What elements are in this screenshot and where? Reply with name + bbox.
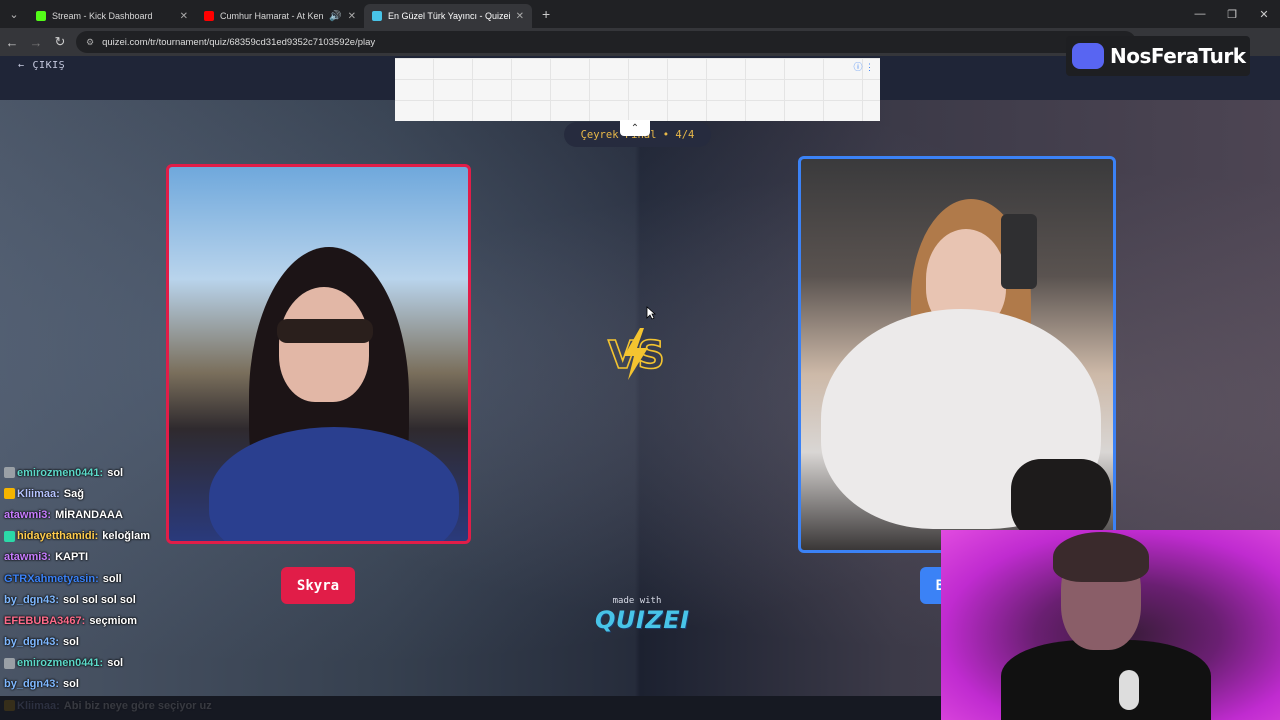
browser-tab-bar: ⌄ Stream - Kick Dashboard ✕ Cumhur Hamar… <box>0 0 1280 28</box>
chat-message: EFEBUBA3467: seçmiom <box>4 610 304 631</box>
quizei-icon <box>372 11 382 21</box>
right-contestant-image[interactable] <box>798 156 1116 553</box>
vs-lightning-icon: VS <box>607 328 666 380</box>
kick-icon <box>36 11 46 21</box>
chat-text: soll <box>102 572 122 585</box>
ad-collapse-button[interactable]: ⌃ <box>620 120 650 136</box>
streamer-hair <box>1053 532 1149 582</box>
chat-username: GTRXahmetyasin: <box>4 572 99 585</box>
microphone-icon <box>1119 670 1139 710</box>
tab-youtube-video[interactable]: Cumhur Hamarat - At Kend 🔊 ✕ <box>196 4 364 28</box>
chat-username: emirozmen0441: <box>17 466 104 479</box>
mouse-cursor-icon <box>646 306 656 320</box>
discord-icon <box>1072 43 1104 69</box>
youtube-icon <box>204 11 214 21</box>
chat-message: emirozmen0441: sol <box>4 653 304 674</box>
chat-message: by_dgn43: sol <box>4 674 304 695</box>
tab-label: Cumhur Hamarat - At Kend <box>220 11 324 21</box>
chat-username: emirozmen0441: <box>17 657 104 670</box>
chat-text: sol <box>107 466 124 479</box>
forward-icon[interactable]: → <box>24 35 48 50</box>
close-icon[interactable]: ✕ <box>516 11 524 22</box>
chat-text: KAPTI <box>55 551 89 564</box>
chat-message: Kliimaa: Sağ <box>4 483 304 504</box>
chat-text: MİRANDAAA <box>55 508 123 521</box>
chat-username: hidayetthamidi: <box>17 530 99 543</box>
chat-message: hidayetthamidi: keloğlam <box>4 526 304 547</box>
chat-text: sol <box>107 657 124 670</box>
chat-message: by_dgn43: sol sol sol sol <box>4 589 304 610</box>
chat-text: Sağ <box>63 487 84 500</box>
tab-label: Stream - Kick Dashboard <box>52 11 153 21</box>
chat-username: EFEBUBA3467: <box>4 614 86 627</box>
chat-message: atawmi3: KAPTI <box>4 547 304 568</box>
chat-username: by_dgn43: <box>4 636 60 649</box>
minimize-icon[interactable]: — <box>1184 0 1216 28</box>
site-info-icon[interactable]: ⚙ <box>86 37 94 48</box>
chat-username: atawmi3: <box>4 551 52 564</box>
new-tab-button[interactable]: + <box>532 6 560 22</box>
chat-username: by_dgn43: <box>4 593 60 606</box>
restore-icon[interactable]: ❐ <box>1216 0 1248 28</box>
chat-text: seçmiom <box>89 614 138 627</box>
ad-info-icon[interactable]: ⓘ ⋮ <box>853 60 874 73</box>
arrow-left-icon: ← <box>18 60 25 71</box>
chat-message: by_dgn43: sol <box>4 632 304 653</box>
chat-message: emirozmen0441: sol <box>4 462 304 483</box>
person-legs <box>1011 459 1111 539</box>
window-controls: — ❐ ✕ <box>1184 0 1280 28</box>
chat-message: atawmi3: MİRANDAAA <box>4 504 304 525</box>
url-field[interactable]: ⚙ quizei.com/tr/tournament/quiz/68359cd3… <box>76 31 1136 53</box>
discord-overlay: NosFeraTurk <box>1066 36 1250 76</box>
tab-kick-dashboard[interactable]: Stream - Kick Dashboard ✕ <box>28 4 196 28</box>
chat-text: sol <box>63 636 79 649</box>
chat-text: keloğlam <box>102 530 150 543</box>
exit-button[interactable]: ← ÇIKIŞ <box>18 60 65 71</box>
close-window-icon[interactable]: ✕ <box>1248 0 1280 28</box>
stream-chat-overlay: emirozmen0441: sol Kliimaa: Sağ atawmi3: MİRA… <box>4 462 304 716</box>
chat-badge-icon <box>4 530 15 542</box>
back-icon[interactable]: ← <box>0 35 24 50</box>
ad-banner[interactable]: ⓘ ⋮ <box>395 58 880 121</box>
quizei-logo: QUIZEI <box>595 606 690 634</box>
person-face <box>279 287 369 402</box>
chat-text: sol <box>63 678 79 691</box>
close-icon[interactable]: ✕ <box>180 11 188 22</box>
phone <box>1001 214 1037 289</box>
tab-label: En Güzel Türk Yayıncı - Quizei <box>388 11 510 21</box>
speaker-icon[interactable]: 🔊 <box>329 11 341 22</box>
made-with-badge[interactable]: made with QUIZEI <box>595 596 690 634</box>
webcam-overlay <box>941 530 1280 720</box>
streamer-shirt <box>1001 640 1211 720</box>
chat-username: atawmi3: <box>4 508 52 521</box>
tab-quizei[interactable]: En Güzel Türk Yayıncı - Quizei ✕ <box>364 4 532 28</box>
tab-search-icon[interactable]: ⌄ <box>0 0 28 28</box>
chat-text: sol sol sol sol <box>63 593 136 606</box>
close-icon[interactable]: ✕ <box>348 11 356 22</box>
chat-username: Kliimaa: <box>17 487 60 500</box>
chat-badge-icon <box>4 467 15 479</box>
reload-icon[interactable]: ↻ <box>48 34 72 50</box>
chat-username: by_dgn43: <box>4 678 60 691</box>
chevron-up-icon: ⌃ <box>630 122 640 134</box>
chat-message: GTRXahmetyasin: soll <box>4 568 304 589</box>
discord-username: NosFeraTurk <box>1110 44 1246 68</box>
chat-badge-icon <box>4 488 15 500</box>
made-with-label: made with <box>612 596 662 606</box>
chat-badge-icon <box>4 657 15 669</box>
exit-label: ÇIKIŞ <box>32 60 66 71</box>
sunglasses <box>277 319 373 343</box>
url-text: quizei.com/tr/tournament/quiz/68359cd31e… <box>102 36 376 48</box>
